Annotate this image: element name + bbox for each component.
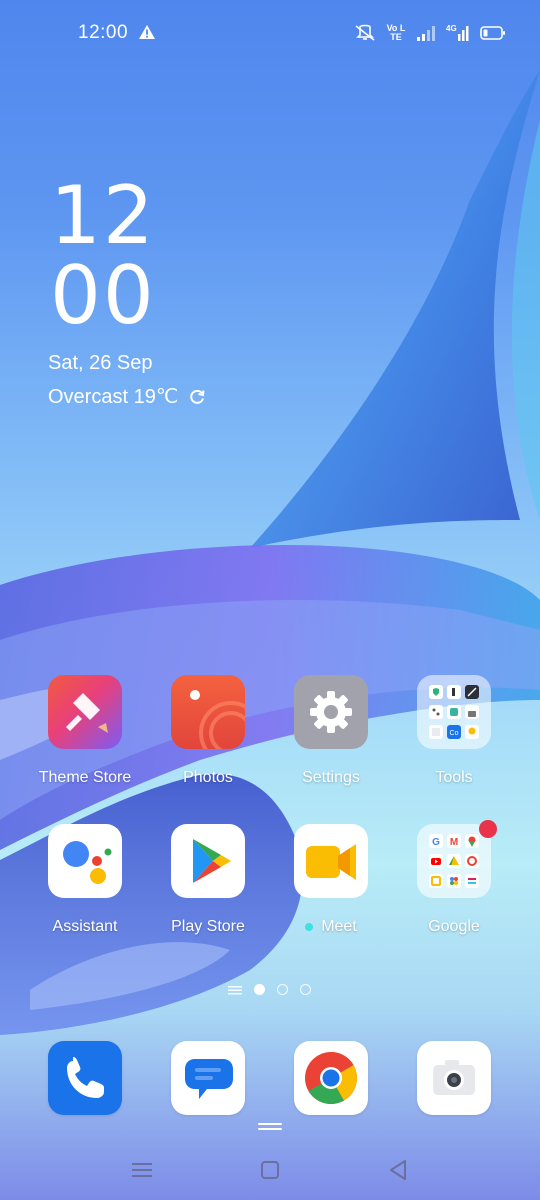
- home-screen: 12:00 Vo LTE 4G 12 00 Sat, 26 Sep Overca…: [0, 0, 540, 1200]
- phone-icon: [48, 1041, 122, 1115]
- date-label: Sat, 26 Sep: [48, 352, 153, 374]
- volte-text: Vo LTE: [386, 23, 406, 42]
- app-photos[interactable]: Photos: [148, 675, 268, 787]
- app-label: Tools: [435, 769, 473, 786]
- app-play-store[interactable]: Play Store: [148, 824, 268, 936]
- app-label: Meet: [271, 918, 391, 936]
- google-folder-icon: G M: [417, 824, 491, 898]
- page-dot-2[interactable]: [277, 984, 288, 995]
- clock-hours: 12: [50, 169, 156, 262]
- app-label: Settings: [302, 769, 360, 786]
- folder-google[interactable]: G M Google: [394, 820, 514, 936]
- refresh-icon[interactable]: [188, 388, 206, 406]
- tools-folder-icon: Co: [417, 675, 491, 749]
- photos-icon: [171, 675, 245, 749]
- 4g-signal-icon: 4G: [446, 24, 470, 42]
- volte-icon: Vo LTE: [386, 24, 406, 42]
- app-label: Assistant: [52, 918, 118, 935]
- weather-row[interactable]: Overcast 19℃: [48, 384, 206, 409]
- dock-camera[interactable]: [394, 1041, 514, 1115]
- new-dot-icon: [305, 922, 314, 931]
- weather-label: Overcast 19℃: [48, 386, 179, 408]
- folder-tools[interactable]: Co Tools: [394, 675, 514, 787]
- svg-text:M: M: [450, 837, 458, 848]
- app-meet[interactable]: Meet: [271, 824, 391, 936]
- app-list-icon[interactable]: [228, 985, 242, 995]
- app-label: Theme Store: [38, 769, 132, 786]
- recents-menu-icon[interactable]: [128, 1156, 156, 1184]
- meet-label: Meet: [321, 918, 357, 935]
- camera-icon: [417, 1041, 491, 1115]
- assistant-icon: [48, 824, 122, 898]
- page-indicator[interactable]: [228, 984, 311, 995]
- app-label: Photos: [183, 769, 233, 786]
- dock-chrome[interactable]: [271, 1041, 391, 1115]
- page-dot-3[interactable]: [300, 984, 311, 995]
- status-icons: Vo LTE 4G: [354, 22, 506, 44]
- svg-text:G: G: [432, 837, 440, 848]
- app-assistant[interactable]: Assistant: [25, 824, 145, 936]
- battery-icon: [480, 26, 505, 40]
- status-time: 12:00: [78, 22, 129, 43]
- back-icon[interactable]: [384, 1156, 412, 1184]
- swipe-up-handle[interactable]: [258, 1122, 282, 1132]
- mute-icon: [355, 24, 375, 41]
- app-label: Play Store: [171, 918, 245, 935]
- clock-minutes: 00: [50, 249, 156, 342]
- navigation-bar: [0, 1142, 540, 1200]
- status-bar: 12:00 Vo LTE 4G: [0, 0, 540, 66]
- theme-store-icon: [48, 675, 122, 749]
- play-store-icon: [171, 824, 245, 898]
- settings-gear-icon: [294, 675, 368, 749]
- svg-text:Co: Co: [450, 730, 459, 737]
- chrome-icon: [294, 1041, 368, 1115]
- alert-triangle-icon: [139, 25, 155, 39]
- clock-widget[interactable]: 12 00: [50, 176, 156, 336]
- messages-icon: [171, 1041, 245, 1115]
- signal-icon: [417, 26, 435, 41]
- notification-badge: [479, 820, 497, 838]
- app-settings[interactable]: Settings: [271, 675, 391, 787]
- dock-messages[interactable]: [148, 1041, 268, 1115]
- home-icon[interactable]: [256, 1156, 284, 1184]
- dock-phone[interactable]: [25, 1041, 145, 1115]
- app-label: Google: [428, 918, 480, 935]
- app-theme-store[interactable]: Theme Store: [25, 675, 145, 787]
- page-dot-1[interactable]: [254, 984, 265, 995]
- meet-icon: [294, 824, 368, 898]
